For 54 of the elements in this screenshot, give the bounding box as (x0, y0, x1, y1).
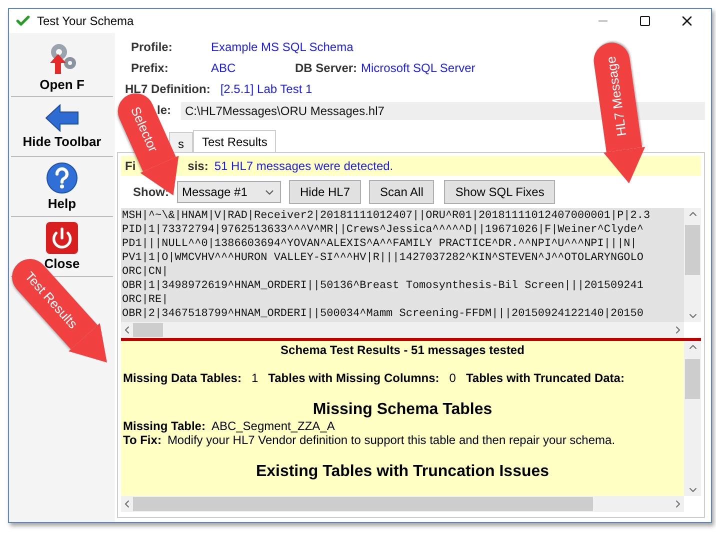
hl7-segment-line: ORC|RE| (122, 293, 168, 307)
toolbar-button[interactable]: Hide Toolbar (20, 97, 104, 156)
hl7-segment-line: MSH|^~\&|HNAM|V|RAD|Receiver2|20181111012407||ORU^R01|20181111012407000001|P|2.3 (122, 209, 650, 223)
toolbar-button[interactable]: Help (44, 157, 80, 216)
hl7-segment-line: OBR|1|3498972619^HNAM_ORDERI||50136^Breast Tomosynthesis-Bil Screen|||201509241 (122, 279, 644, 293)
message-select[interactable]: Message #1 (177, 181, 281, 203)
hl7-segment-line: PD1|||NULL^^0|1386603694^YOVAN^ALEXIS^A^^FAMILY PRACTICE^DR.^^NPI^U^^^NPI|||N| (122, 237, 637, 251)
vertical-scrollbar[interactable] (684, 341, 701, 496)
field-value: ABC (211, 60, 237, 77)
hl7-segment-line: ORC|CN| (122, 265, 168, 279)
section-heading: Missing Schema Tables (312, 401, 494, 419)
help-icon (46, 162, 78, 194)
field-label: HL7 Definition: (125, 81, 210, 98)
analysis-message: 51 HL7 messages were detected. (214, 158, 394, 174)
hl7-segment-line: PID|1|73372794|9762513633^^^V^MR||Crews^Jessica^^^^^D||19671026|F|Weiner^Clyde^ (122, 223, 644, 237)
power-icon (46, 222, 78, 254)
horizontal-scrollbar[interactable] (121, 496, 684, 512)
vertical-scrollbar[interactable] (684, 208, 701, 322)
toolbar-button[interactable]: Open F (38, 37, 86, 96)
scrollbar-thumb[interactable] (685, 358, 700, 398)
result-label: Missing Table: (123, 419, 206, 433)
window-title: Test Your Schema (37, 14, 135, 28)
result-value: Modify your HL7 Vendor definition to support this table and then repair your schema. (167, 433, 616, 447)
summary-label: Tables with Truncated Data: (466, 371, 624, 385)
field-value: [2.5.1] Lab Test 1 (220, 81, 312, 98)
hl7-segment-line: PV1|1|O|WMCVHV^^^HURON VALLEY-SI^^^HV|R|||1427037282^KIN^STEVEN^J^^OTOLARYNGOLO (122, 251, 644, 265)
scrollbar-thumb[interactable] (133, 497, 593, 511)
field-label: Profile: (131, 39, 174, 56)
scrollbar-thumb[interactable] (133, 323, 163, 337)
horizontal-scrollbar[interactable] (121, 322, 684, 338)
field-value: Example MS SQL Schema (211, 39, 354, 56)
message-text-area[interactable] (121, 208, 684, 322)
field-label: DB Server: (295, 60, 358, 77)
analysis-label: sis: (188, 158, 208, 174)
action-button[interactable]: Hide HL7 (289, 180, 362, 204)
result-label: To Fix: (123, 433, 162, 447)
section-heading: Existing Tables with Truncation Issues (254, 463, 550, 481)
action-button[interactable]: Scan All (369, 180, 434, 204)
show-label: Show: (133, 184, 169, 200)
tab[interactable]: s (169, 132, 193, 152)
summary-label: Tables with Missing Columns: (268, 371, 440, 385)
left-arrow-icon (44, 104, 79, 132)
field-label: Prefix: (131, 60, 170, 77)
tab[interactable]: Test Results (193, 130, 276, 152)
summary-value: 1 (251, 371, 258, 385)
field-label: le: (157, 102, 172, 119)
scrollbar-thumb[interactable] (685, 225, 700, 275)
action-button[interactable]: Show SQL Fixes (444, 180, 556, 204)
analysis-label: Fi (125, 158, 136, 174)
summary-value: 0 (449, 371, 456, 385)
result-value: ABC_Segment_ZZA_A (211, 419, 335, 433)
hl7-segment-line: OBR|2|3467518799^HNAM_ORDERI||500034^Mamm Screening-FFDM|||20150924122140|20150 (122, 307, 644, 321)
summary-label: Missing Data Tables: (123, 371, 242, 385)
results-title: Schema Test Results - 51 messages tested (280, 343, 526, 357)
